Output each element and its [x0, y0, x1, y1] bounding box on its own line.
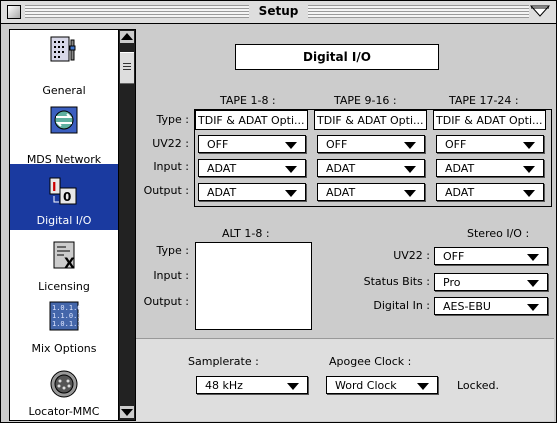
- output-label: Output :: [143, 184, 189, 197]
- tape-1-8-input-select[interactable]: ADAT: [198, 159, 306, 177]
- scroll-up-arrow-icon[interactable]: [120, 31, 134, 43]
- scroll-down-arrow-icon[interactable]: [120, 406, 134, 418]
- tape-17-24-type: TDIF & ADAT Opti...: [433, 110, 546, 130]
- svg-text:1.0.1.0: 1.0.1.0: [52, 304, 80, 312]
- svg-text:X: X: [64, 256, 75, 272]
- tape-1-8-uv22-select[interactable]: OFF: [198, 135, 306, 153]
- sidebar-item-general[interactable]: General: [10, 30, 118, 97]
- digital-in-select[interactable]: AES-EBU: [434, 297, 548, 315]
- tape-1-8-output-select[interactable]: ADAT: [198, 183, 306, 201]
- samplerate-label: Samplerate :: [188, 355, 259, 368]
- tape-1-8-type: TDIF & ADAT Opti...: [195, 110, 308, 130]
- sidebar-item-mix-options[interactable]: 1.0.1.0 1.1.0.1 1.0.1.1 Mix Options: [10, 296, 118, 358]
- type-label: Type :: [156, 113, 189, 126]
- sidebar-item-label: Digital I/O: [36, 214, 92, 227]
- alt-input-label: Input :: [153, 269, 189, 282]
- panel-title: Digital I/O: [235, 44, 439, 70]
- sidebar-scrollbar[interactable]: [118, 29, 136, 421]
- tape-header-9-16: TAPE 9-16 :: [334, 94, 397, 107]
- tape-17-24-input-select[interactable]: ADAT: [436, 159, 544, 177]
- tape-header-1-8: TAPE 1-8 :: [220, 94, 276, 107]
- status-bits-label: Status Bits :: [363, 275, 430, 288]
- alt-header: ALT 1-8 :: [222, 227, 270, 240]
- digital-io-panel: Digital I/O TAPE 1-8 : TAPE 9-16 : TAPE …: [136, 29, 554, 334]
- sidebar-item-locator-mmc[interactable]: Locator-MMC: [10, 362, 118, 420]
- svg-text:I: I: [52, 180, 56, 194]
- svg-text:0: 0: [63, 190, 71, 204]
- sidebar-item-digital-io[interactable]: I0 Digital I/O: [10, 164, 118, 230]
- svg-text:1.1.0.1: 1.1.0.1: [52, 312, 80, 320]
- title-bar[interactable]: Setup: [1, 1, 556, 24]
- window-title: Setup: [1, 4, 556, 18]
- mix-options-icon: 1.0.1.0 1.1.0.1 1.0.1.1: [48, 300, 82, 332]
- alt-output-label: Output :: [143, 295, 189, 308]
- setup-window: Setup General MDS Network I0 Digital I/O: [0, 0, 557, 423]
- apogee-clock-label: Apogee Clock :: [329, 355, 412, 368]
- licensing-icon: X: [48, 240, 80, 272]
- scroll-thumb[interactable]: [120, 52, 134, 84]
- sidebar: General MDS Network I0 Digital I/O X Lic…: [9, 29, 119, 421]
- sidebar-item-licensing[interactable]: X Licensing: [10, 236, 118, 298]
- uv22-label: UV22 :: [152, 137, 189, 150]
- clock-status: Locked.: [457, 379, 499, 392]
- stereo-uv22-label: UV22 :: [393, 249, 430, 262]
- tape-17-24-uv22-select[interactable]: OFF: [436, 135, 544, 153]
- apogee-clock-select[interactable]: Word Clock: [326, 376, 438, 394]
- digital-io-icon: I0: [48, 174, 80, 206]
- tape-17-24-output-select[interactable]: ADAT: [436, 183, 544, 201]
- status-bits-select[interactable]: Pro: [434, 273, 548, 291]
- digital-in-label: Digital In :: [373, 299, 430, 312]
- sidebar-item-label: Locator-MMC: [28, 405, 100, 418]
- tape-9-16-output-select[interactable]: ADAT: [317, 183, 425, 201]
- alt-type-label: Type :: [156, 244, 189, 257]
- alt-io-box: [195, 242, 312, 330]
- general-settings-icon: [48, 34, 80, 66]
- collapse-icon[interactable]: [529, 5, 551, 17]
- locator-mmc-icon: [48, 368, 80, 400]
- stereo-io-header: Stereo I/O :: [467, 227, 530, 240]
- sidebar-item-label: General: [42, 84, 86, 97]
- svg-text:1.0.1.1: 1.0.1.1: [52, 320, 80, 328]
- input-label: Input :: [153, 160, 189, 173]
- samplerate-select[interactable]: 48 kHz: [196, 376, 308, 394]
- network-icon: [48, 104, 80, 136]
- tape-header-17-24: TAPE 17-24 :: [449, 94, 519, 107]
- tape-9-16-uv22-select[interactable]: OFF: [317, 135, 425, 153]
- tape-9-16-input-select[interactable]: ADAT: [317, 159, 425, 177]
- stereo-uv22-select[interactable]: OFF: [434, 247, 548, 265]
- sidebar-item-label: Licensing: [38, 280, 90, 293]
- clock-settings-bar: Samplerate : 48 kHz Apogee Clock : Word …: [136, 338, 554, 421]
- sidebar-item-label: Mix Options: [31, 342, 97, 355]
- tape-9-16-type: TDIF & ADAT Opti...: [314, 110, 427, 130]
- sidebar-item-mds-network[interactable]: MDS Network: [10, 100, 118, 166]
